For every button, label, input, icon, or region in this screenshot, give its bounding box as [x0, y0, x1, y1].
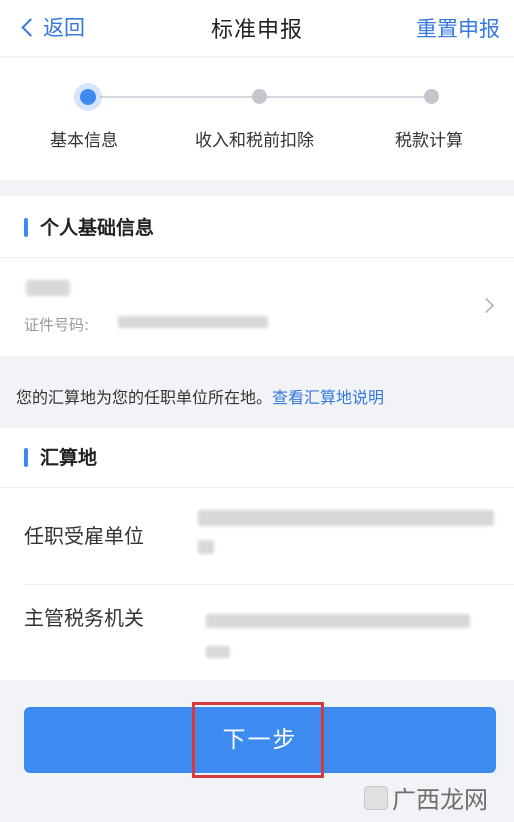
step-connector [266, 96, 424, 98]
redacted-employer [198, 510, 494, 526]
step-label-tax-calculation: 税款计算 [395, 131, 463, 151]
step-indicator: 基本信息 收入和税前扣除 税款计算 [0, 58, 514, 180]
employer-row[interactable]: 任职受雇单位 [0, 488, 514, 584]
watermark-text: 广西龙网 [392, 786, 488, 814]
redacted-employer [198, 540, 214, 554]
section-header: 汇算地 [0, 428, 514, 488]
section-title-personal-info: 个人基础信息 [40, 217, 155, 239]
step-dot [252, 89, 267, 104]
filing-place-notice: 您的汇算地为您的任职单位所在地。查看汇算地说明 [0, 376, 514, 420]
employer-label: 任职受雇单位 [24, 524, 144, 548]
filing-place-card: 汇算地 任职受雇单位 主管税务机关 [0, 428, 514, 680]
filing-place-explanation-link[interactable]: 查看汇算地说明 [272, 388, 384, 407]
section-title-filing-place: 汇算地 [40, 447, 98, 469]
notice-text: 您的汇算地为您的任职单位所在地。 [16, 388, 273, 407]
section-accent-bar [24, 448, 28, 467]
tax-office-row[interactable]: 主管税务机关 [0, 584, 514, 680]
redacted-name [26, 280, 70, 296]
chevron-right-icon [478, 297, 495, 314]
step-label-income-deductions: 收入和税前扣除 [195, 131, 314, 151]
id-number-label: 证件号码: [24, 316, 90, 334]
section-header: 个人基础信息 [0, 196, 514, 258]
personal-info-card: 个人基础信息 证件号码: [0, 196, 514, 356]
reset-filing-button[interactable]: 重置申报 [416, 13, 500, 43]
step-dot [424, 89, 439, 104]
step-label-basic-info: 基本信息 [50, 131, 118, 151]
personal-info-row[interactable]: 证件号码: [0, 258, 514, 356]
watermark-logo-icon [364, 785, 388, 810]
redacted-id-number [118, 316, 268, 328]
watermark: 广西龙网 [364, 780, 488, 815]
highlight-annotation [192, 702, 324, 778]
tax-office-label: 主管税务机关 [24, 606, 144, 630]
redacted-tax-office [206, 646, 230, 658]
step-dot-active [74, 83, 102, 111]
top-nav-bar: 返回 标准申报 重置申报 [0, 0, 514, 56]
section-accent-bar [24, 218, 28, 237]
redacted-tax-office [206, 614, 470, 628]
step-connector [100, 96, 252, 98]
